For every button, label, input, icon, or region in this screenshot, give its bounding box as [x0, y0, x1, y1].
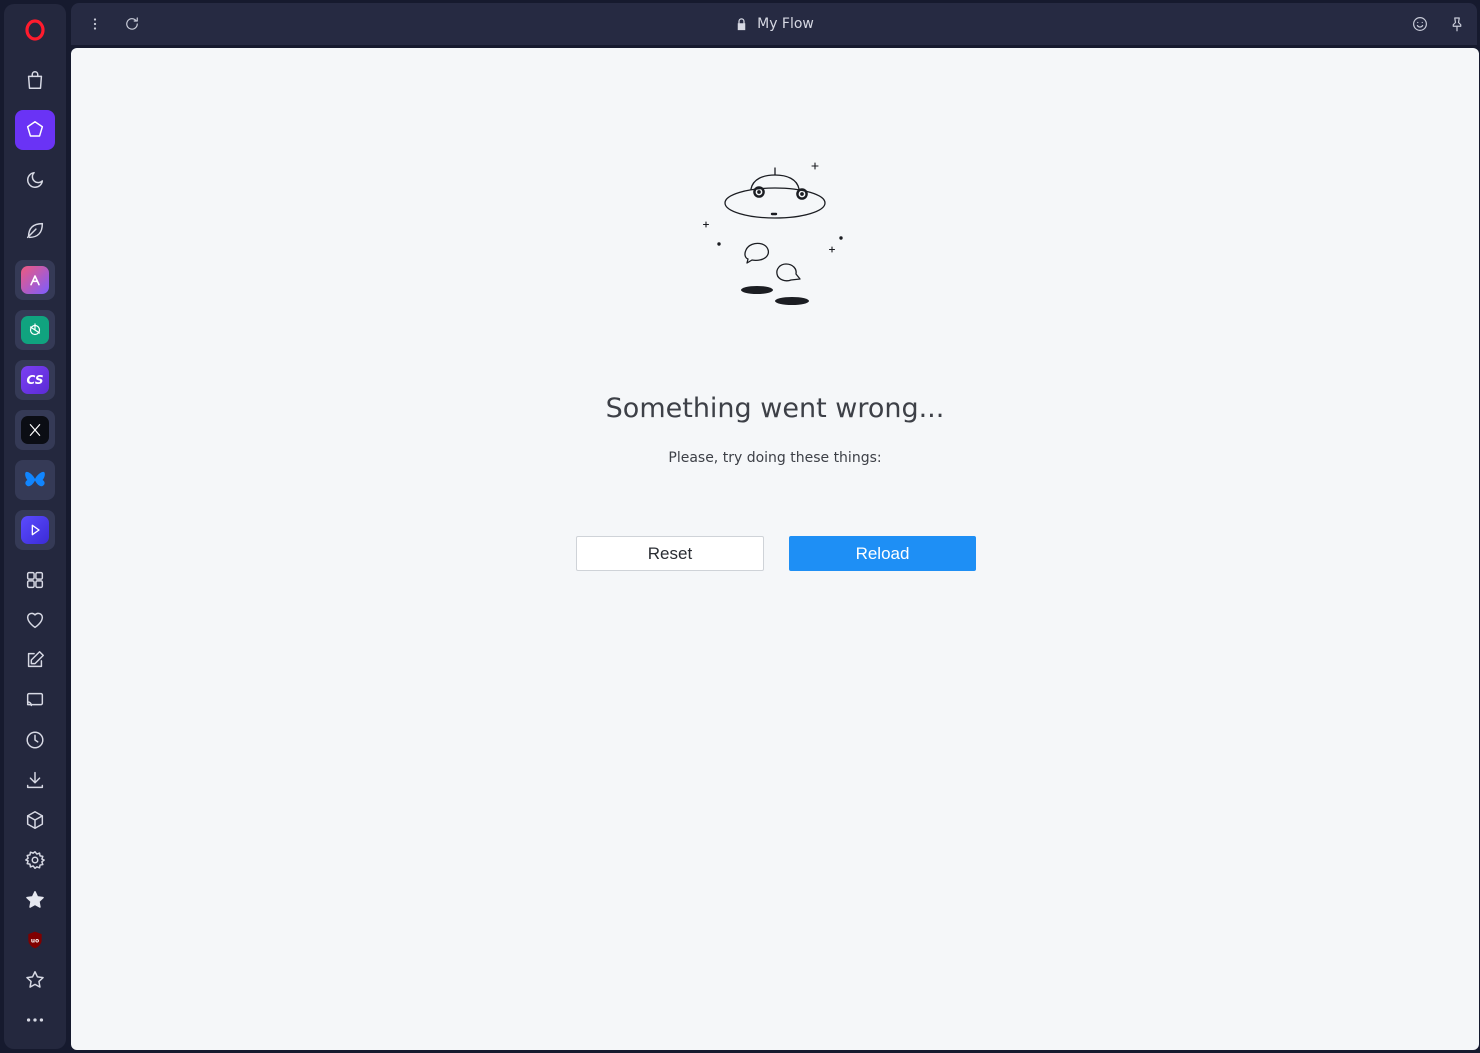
ublock-icon[interactable]: uo: [15, 920, 55, 960]
star-outline-icon[interactable]: [15, 960, 55, 1000]
reset-button[interactable]: Reset: [576, 536, 764, 571]
chatgpt-icon[interactable]: [15, 310, 55, 350]
opera-logo-icon[interactable]: [15, 10, 55, 50]
shopping-bag-icon[interactable]: [15, 60, 55, 100]
edit-icon[interactable]: [15, 640, 55, 680]
leaf-icon[interactable]: [15, 210, 55, 250]
heart-icon[interactable]: [15, 600, 55, 640]
reload-icon[interactable]: [121, 13, 143, 35]
settings-icon[interactable]: [15, 840, 55, 880]
chatsonic-label: CS: [21, 366, 49, 394]
more-icon[interactable]: [15, 1000, 55, 1040]
ufo-illustration-icon: [702, 162, 843, 305]
menu-dots-icon[interactable]: [84, 13, 106, 35]
moon-icon[interactable]: [15, 160, 55, 200]
ublock-label: uo: [31, 939, 39, 945]
x-twitter-icon[interactable]: [15, 410, 55, 450]
history-icon[interactable]: [15, 720, 55, 760]
aria-icon[interactable]: [15, 260, 55, 300]
box-icon[interactable]: [15, 800, 55, 840]
sidebar: CS uo: [4, 4, 66, 1049]
cast-icon[interactable]: [15, 680, 55, 720]
lock-icon: [737, 17, 746, 30]
error-subheading: Please, try doing these things:: [668, 450, 882, 466]
bluesky-icon[interactable]: [15, 460, 55, 500]
grid-icon[interactable]: [15, 560, 55, 600]
error-heading: Something went wrong...: [605, 393, 945, 424]
my-flow-icon[interactable]: [15, 110, 55, 150]
pin-icon[interactable]: [1446, 13, 1468, 35]
star-filled-icon[interactable]: [15, 880, 55, 920]
player-icon[interactable]: [15, 510, 55, 550]
download-icon[interactable]: [15, 760, 55, 800]
reload-button[interactable]: Reload: [789, 536, 976, 571]
window-title-text: My Flow: [757, 16, 814, 32]
emoji-icon[interactable]: [1409, 13, 1431, 35]
topbar: My Flow: [71, 3, 1477, 45]
window-title: My Flow: [71, 3, 1477, 45]
content-area: Something went wrong... Please, try doin…: [71, 48, 1479, 1050]
chatsonic-icon[interactable]: CS: [15, 360, 55, 400]
